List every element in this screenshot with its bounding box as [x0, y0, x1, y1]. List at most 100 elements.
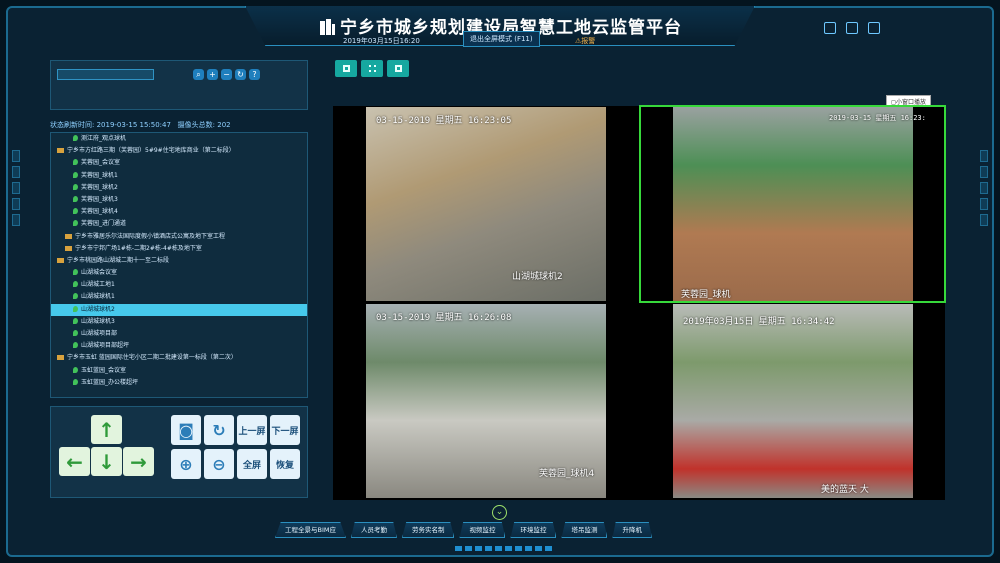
tree-project-item[interactable]: 宁乡市宁邦广场1#栋-二期2#栋-4#栋及地下室: [51, 243, 307, 255]
bottom-nav-item[interactable]: 人员考勤: [350, 522, 397, 538]
snapshot-button[interactable]: ◙: [171, 415, 201, 445]
home-icon[interactable]: [824, 22, 836, 34]
tree-camera-item[interactable]: 测江府_观点球机: [51, 133, 307, 145]
zoom-in-button[interactable]: ⊕: [171, 449, 201, 479]
folder-icon: [57, 148, 64, 154]
tree-camera-item[interactable]: 山湖城项目部超坪: [51, 340, 307, 352]
tree-camera-item[interactable]: 芙蓉园_进门通道: [51, 218, 307, 230]
down-arrow-button[interactable]: ↓: [91, 447, 122, 476]
tree-item-label: 山湖城球机2: [81, 305, 115, 313]
tree-item-label: 宁乡市雅居乐尔法国际度假小镇酒店式公寓及地下室工程: [75, 232, 226, 240]
status-line: 状态刷新时间: 2019-03-15 15:50:47 摄像头总数: 202: [50, 120, 308, 130]
plus-icon[interactable]: +: [207, 69, 218, 80]
tree-item-label: 宁乡市方红路三期（芙蓉园）5#9#住宅地库商业（第二标段）: [67, 147, 235, 155]
up-arrow-button[interactable]: ↑: [91, 415, 122, 444]
tree-project-item[interactable]: 宁乡市方红路三期（芙蓉园）5#9#住宅地库商业（第二标段）: [51, 145, 307, 157]
collapse-chevron-icon[interactable]: ⌄: [492, 505, 507, 520]
next-screen-button[interactable]: 下一屏: [270, 415, 300, 445]
video-grid: 03-15-2019 星期五 16:23:05 山湖城球机2 2019-03-1…: [333, 105, 946, 500]
camera-count-label: 摄像头总数:: [177, 121, 215, 129]
list-icon[interactable]: [846, 22, 858, 34]
bottom-nav-item[interactable]: 视频监控: [459, 522, 506, 538]
location-pin-icon: [73, 183, 78, 190]
bottom-nav-item[interactable]: 升降机: [612, 522, 652, 538]
help-icon[interactable]: ?: [249, 69, 260, 80]
header-subbar: 2019年03月15日16:20 退出全屏模式 (F11) ⚠报警: [335, 31, 665, 47]
video-osd: 03-15-2019 星期五 16:23:05: [376, 116, 512, 126]
zoom-out-button[interactable]: ⊖: [204, 449, 234, 479]
layout-switcher: [335, 60, 409, 77]
tree-project-item[interactable]: 宁乡市玉虹 蓝园国际住宅小区二期二批建设第一标段（第二次）: [51, 352, 307, 364]
tree-item-label: 山湖城项目部超坪: [81, 342, 130, 350]
tree-camera-item[interactable]: 芙蓉园_球机4: [51, 206, 307, 218]
tree-camera-item[interactable]: 玉虹蓝园_办公楼超坪: [51, 377, 307, 389]
video-camera-name: 山湖城球机2: [512, 272, 563, 282]
rotate-button[interactable]: ↻: [204, 415, 234, 445]
tree-item-label: 宁乡市宁邦广场1#栋-二期2#栋-4#栋及地下室: [75, 244, 202, 252]
tree-camera-item[interactable]: 玉虹蓝园_会议室: [51, 365, 307, 377]
video-camera-name: 芙蓉园_球机: [681, 290, 731, 300]
video-osd: 03-15-2019 星期五 16:26:08: [376, 313, 512, 323]
restore-button[interactable]: 恢复: [270, 449, 300, 479]
location-pin-icon: [73, 269, 78, 276]
tree-item-label: 宁乡市桃园路山湖城二期十一至二标段: [67, 256, 170, 264]
tree-item-label: 玉虹蓝园_办公楼超坪: [81, 378, 139, 386]
tree-item-label: 山湖城球机1: [81, 293, 115, 301]
logout-icon[interactable]: [868, 22, 880, 34]
video-cell-1[interactable]: 03-15-2019 星期五 16:23:05 山湖城球机2: [334, 107, 637, 301]
tree-item-label: 玉虹蓝园_会议室: [81, 366, 127, 374]
folder-icon: [65, 245, 72, 251]
video-frame: [673, 107, 913, 301]
tree-camera-item[interactable]: 山湖城会议室: [51, 267, 307, 279]
tree-camera-item[interactable]: 芙蓉园_球机2: [51, 182, 307, 194]
minus-icon[interactable]: −: [221, 69, 232, 80]
bottom-nav-item[interactable]: 劳务实名制: [401, 522, 455, 538]
refresh-label: 状态刷新时间:: [50, 121, 95, 129]
tree-project-item[interactable]: 宁乡市雅居乐尔法国际度假小镇酒店式公寓及地下室工程: [51, 231, 307, 243]
left-arrow-button[interactable]: ←: [59, 447, 90, 476]
fullscreen-button[interactable]: 全屏: [237, 449, 267, 479]
exit-fullscreen-button[interactable]: 退出全屏模式 (F11): [463, 31, 540, 47]
bottom-nav-item[interactable]: 塔吊监测: [561, 522, 608, 538]
alarm-link[interactable]: ⚠报警: [575, 36, 595, 46]
tree-camera-item[interactable]: 芙蓉园_会议室: [51, 157, 307, 169]
tree-item-label: 芙蓉园_球机4: [81, 208, 118, 216]
video-cell-3[interactable]: 03-15-2019 星期五 16:26:08 芙蓉园_球机4: [334, 304, 637, 498]
location-pin-icon: [73, 330, 78, 336]
tree-camera-item[interactable]: 山湖城球机2: [51, 303, 307, 316]
folder-icon: [65, 233, 72, 239]
video-camera-name: 芙蓉园_球机4: [539, 469, 595, 479]
tree-camera-item[interactable]: 芙蓉园_球机3: [51, 194, 307, 206]
bottom-nav-item[interactable]: 工程全景与BIM应: [275, 522, 346, 538]
location-pin-icon: [73, 305, 78, 312]
tree-camera-item[interactable]: 山湖城工地1: [51, 279, 307, 291]
location-pin-icon: [73, 220, 78, 227]
tree-item-label: 宁乡市玉虹 蓝园国际住宅小区二期二批建设第一标段（第二次）: [67, 354, 237, 362]
tree-camera-item[interactable]: 山湖城球机1: [51, 291, 307, 303]
location-pin-icon: [73, 171, 78, 178]
video-frame: [366, 107, 606, 301]
refresh-time: 2019-03-15 15:50:47: [96, 121, 171, 129]
layout-9-button[interactable]: [387, 60, 409, 77]
refresh-icon[interactable]: ↻: [235, 69, 246, 80]
tree-project-item[interactable]: 宁乡市桃园路山湖城二期十一至二标段: [51, 255, 307, 267]
bottom-nav-item[interactable]: 环境监控: [510, 522, 557, 538]
video-cell-2[interactable]: 2019-03-15 星期五 16:23: 芙蓉园_球机: [639, 105, 946, 303]
video-cell-4[interactable]: 2019年03月15日 星期五 16:34:42 美的蓝天 大: [641, 304, 944, 498]
search-input[interactable]: [57, 69, 154, 80]
prev-screen-button[interactable]: 上一屏: [237, 415, 267, 445]
bottom-decoration: [455, 546, 552, 551]
location-pin-icon: [73, 293, 78, 300]
location-pin-icon: [73, 281, 78, 288]
tree-camera-item[interactable]: 山湖城项目部: [51, 328, 307, 340]
search-icon[interactable]: ⌕: [193, 69, 204, 80]
layout-4-button[interactable]: [361, 60, 383, 77]
right-decoration: [980, 150, 988, 410]
location-pin-icon: [73, 195, 78, 202]
tree-item-label: 芙蓉园_球机2: [81, 183, 118, 191]
tree-camera-item[interactable]: 山湖城球机3: [51, 316, 307, 328]
tree-item-label: 芙蓉园_球机3: [81, 195, 118, 203]
layout-1-button[interactable]: [335, 60, 357, 77]
tree-camera-item[interactable]: 芙蓉园_球机1: [51, 170, 307, 182]
right-arrow-button[interactable]: →: [123, 447, 154, 476]
